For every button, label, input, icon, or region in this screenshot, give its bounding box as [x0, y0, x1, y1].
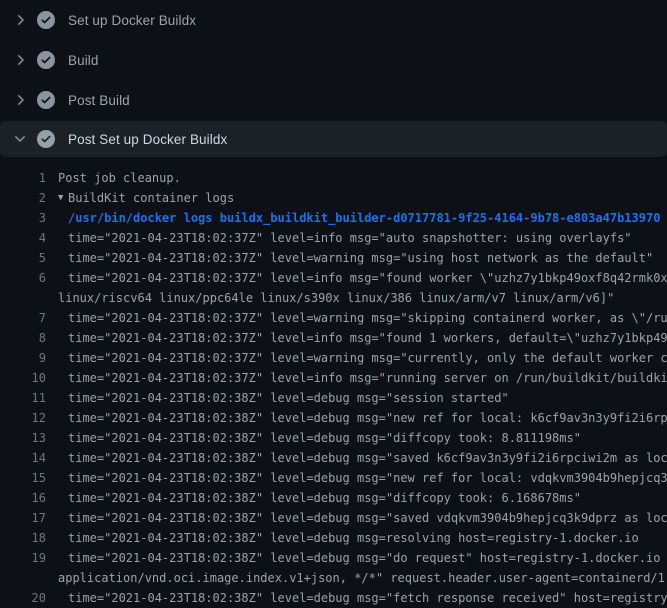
- log-row: 17 time="2021-04-23T18:02:38Z" level=debu…: [0, 508, 667, 528]
- log-row: 15 time="2021-04-23T18:02:38Z" level=debu…: [0, 468, 667, 488]
- check-circle-icon: [37, 130, 55, 148]
- log-row: 9 time="2021-04-23T18:02:37Z" level=warni…: [0, 348, 667, 368]
- step-label: Post Set up Docker Buildx: [68, 132, 227, 147]
- log-line-text: linux/riscv64 linux/ppc64le linux/s390x …: [58, 288, 614, 308]
- log-line-text: time="2021-04-23T18:02:37Z" level=info m…: [68, 328, 667, 348]
- log-output: 1 Post job cleanup. 2 ▼BuildKit container l…: [0, 158, 667, 608]
- check-circle-icon: [37, 91, 55, 109]
- log-row: 4 time="2021-04-23T18:02:37Z" level=info …: [0, 228, 667, 248]
- log-line-text: BuildKit container logs: [68, 188, 234, 208]
- step-label: Post Build: [68, 93, 130, 108]
- log-line-text: time="2021-04-23T18:02:38Z" level=debug …: [68, 528, 639, 548]
- check-circle-icon: [37, 51, 55, 69]
- log-line-number[interactable]: 19: [0, 548, 46, 568]
- log-line-text: time="2021-04-23T18:02:38Z" level=debug …: [68, 448, 667, 468]
- log-line-number[interactable]: 12: [0, 408, 46, 428]
- log-line-number[interactable]: 8: [0, 328, 46, 348]
- log-row: 3/usr/bin/docker logs buildx_buildkit_bu…: [0, 208, 667, 228]
- log-line-text: time="2021-04-23T18:02:37Z" level=warnin…: [68, 348, 667, 368]
- step-row-build[interactable]: Build: [0, 40, 667, 80]
- log-line-text: time="2021-04-23T18:02:38Z" level=debug …: [68, 408, 667, 428]
- log-line-number[interactable]: 2: [0, 188, 46, 208]
- log-row: 20 time="2021-04-23T18:02:38Z" level=debu…: [0, 588, 667, 608]
- log-line-text: application/vnd.oci.image.index.v1+json,…: [58, 568, 667, 588]
- log-line-number[interactable]: 1: [0, 168, 46, 188]
- log-row: 6 time="2021-04-23T18:02:37Z" level=info …: [0, 268, 667, 288]
- log-line-number[interactable]: 3: [0, 208, 46, 228]
- log-row: 13 time="2021-04-23T18:02:38Z" level=debu…: [0, 428, 667, 448]
- log-line-text: time="2021-04-23T18:02:38Z" level=debug …: [68, 548, 667, 568]
- log-row: 18 time="2021-04-23T18:02:38Z" level=debu…: [0, 528, 667, 548]
- log-line-text: time="2021-04-23T18:02:38Z" level=debug …: [68, 588, 667, 608]
- log-row: 14 time="2021-04-23T18:02:38Z" level=debu…: [0, 448, 667, 468]
- step-label: Set up Docker Buildx: [68, 13, 196, 28]
- log-line-text: time="2021-04-23T18:02:38Z" level=debug …: [68, 428, 581, 448]
- log-row: application/vnd.oci.image.index.v1+json,…: [0, 568, 667, 588]
- chevron-right-icon: [12, 92, 28, 108]
- log-row: 11 time="2021-04-23T18:02:38Z" level=debu…: [0, 388, 667, 408]
- log-line-number[interactable]: 16: [0, 488, 46, 508]
- step-label: Build: [68, 53, 99, 68]
- log-row: 12 time="2021-04-23T18:02:38Z" level=debu…: [0, 408, 667, 428]
- step-row-post-setup-docker-buildx[interactable]: Post Set up Docker Buildx: [0, 121, 667, 157]
- log-row: linux/riscv64 linux/ppc64le linux/s390x …: [0, 288, 667, 308]
- chevron-right-icon: [12, 52, 28, 68]
- log-line-text: time="2021-04-23T18:02:37Z" level=info m…: [68, 368, 667, 388]
- step-row-setup-docker-buildx[interactable]: Set up Docker Buildx: [0, 0, 667, 40]
- log-line-number[interactable]: 14: [0, 448, 46, 468]
- log-row: 7 time="2021-04-23T18:02:37Z" level=warni…: [0, 308, 667, 328]
- check-circle-icon: [37, 11, 55, 29]
- log-row: 19 time="2021-04-23T18:02:38Z" level=debu…: [0, 548, 667, 568]
- log-line-number[interactable]: 10: [0, 368, 46, 388]
- log-line-text: time="2021-04-23T18:02:37Z" level=warnin…: [68, 308, 667, 328]
- log-row: 2 ▼BuildKit container logs: [0, 188, 667, 208]
- log-line-text: time="2021-04-23T18:02:38Z" level=debug …: [68, 388, 509, 408]
- log-line-text: Post job cleanup.: [58, 168, 181, 188]
- log-line-text: time="2021-04-23T18:02:38Z" level=debug …: [68, 488, 581, 508]
- log-line-number[interactable]: 9: [0, 348, 46, 368]
- chevron-right-icon: [12, 12, 28, 28]
- log-line-text: time="2021-04-23T18:02:37Z" level=info m…: [68, 268, 667, 288]
- log-line-text: time="2021-04-23T18:02:38Z" level=debug …: [68, 508, 667, 528]
- log-line-number[interactable]: 17: [0, 508, 46, 528]
- chevron-down-icon: [12, 131, 28, 147]
- log-line-text: time="2021-04-23T18:02:37Z" level=info m…: [68, 228, 632, 248]
- log-row: 1 Post job cleanup.: [0, 168, 667, 188]
- log-row: 5 time="2021-04-23T18:02:37Z" level=warni…: [0, 248, 667, 268]
- log-row: 8 time="2021-04-23T18:02:37Z" level=info …: [0, 328, 667, 348]
- log-line-number[interactable]: 7: [0, 308, 46, 328]
- log-line-number[interactable]: 6: [0, 268, 46, 288]
- log-row: 10 time="2021-04-23T18:02:37Z" level=info…: [0, 368, 667, 388]
- log-line-number: [0, 288, 46, 308]
- log-line-number[interactable]: 4: [0, 228, 46, 248]
- log-line-number[interactable]: 15: [0, 468, 46, 488]
- log-line-number[interactable]: 13: [0, 428, 46, 448]
- log-line-number[interactable]: 20: [0, 588, 46, 608]
- step-row-post-build[interactable]: Post Build: [0, 80, 667, 120]
- log-line-number[interactable]: 5: [0, 248, 46, 268]
- log-line-number[interactable]: 11: [0, 388, 46, 408]
- log-line-text: time="2021-04-23T18:02:38Z" level=debug …: [68, 468, 667, 488]
- log-command-text: /usr/bin/docker logs buildx_buildkit_bui…: [68, 208, 660, 228]
- log-row: 16 time="2021-04-23T18:02:38Z" level=debu…: [0, 488, 667, 508]
- log-line-number[interactable]: 18: [0, 528, 46, 548]
- group-toggle-icon[interactable]: ▼: [58, 188, 68, 208]
- log-line-text: time="2021-04-23T18:02:37Z" level=warnin…: [68, 248, 653, 268]
- log-line-number: [0, 568, 46, 588]
